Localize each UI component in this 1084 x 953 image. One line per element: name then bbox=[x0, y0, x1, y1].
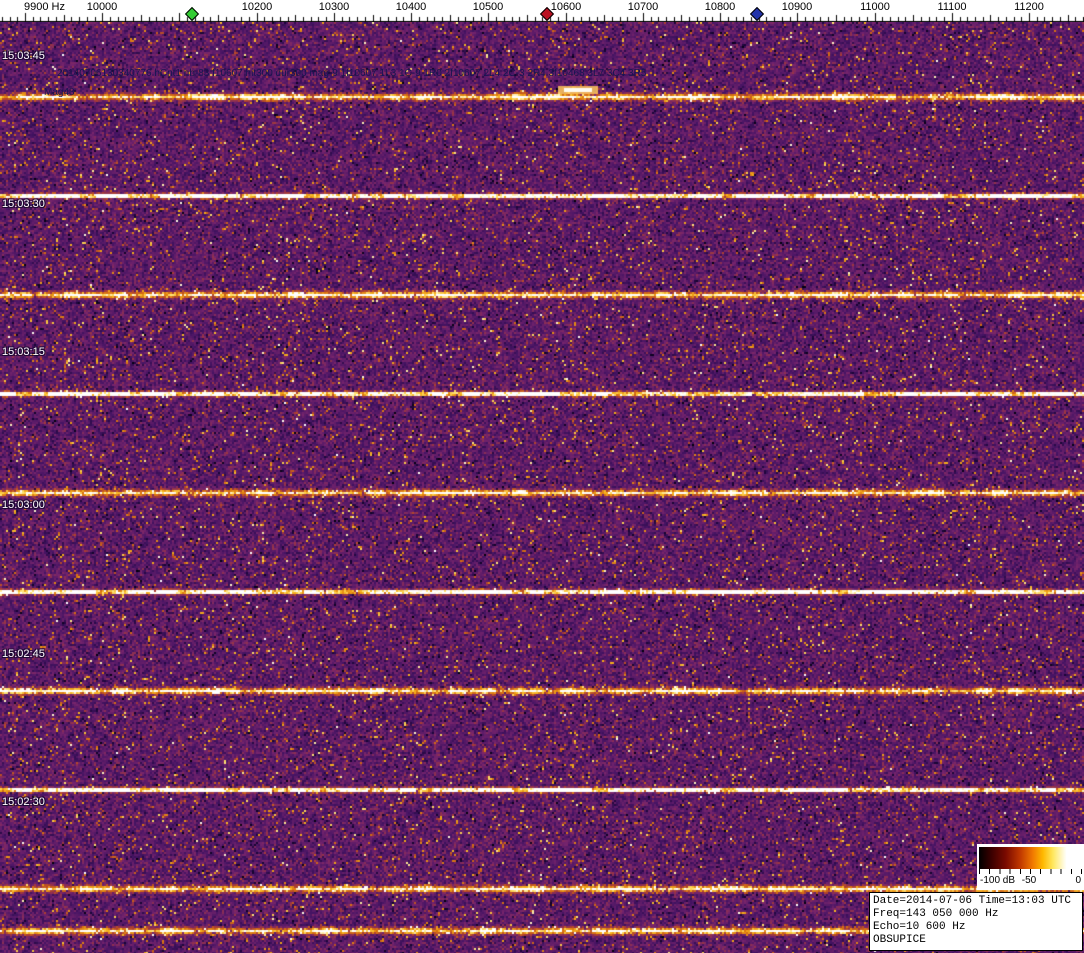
frequency-ruler: 9900 Hz 10000 10200 10300 10400 10500 10600 107… bbox=[0, 0, 1084, 22]
detection-annotation: 20140706130340776 hCnt1 nb-83 f10607 hit… bbox=[57, 68, 646, 79]
freq-label-11100: 11100 bbox=[938, 1, 967, 13]
time-label-5: 15:02:30 bbox=[2, 796, 45, 808]
time-label-0: 15:03:45 bbox=[2, 50, 45, 62]
freq-label-10000: 10000 bbox=[87, 1, 118, 13]
colorbar-label-max: 0 bbox=[1075, 875, 1081, 886]
info-frequency: Freq=143 050 000 Hz bbox=[873, 908, 1079, 921]
colorbar-label-min: -100 dB bbox=[980, 875, 1015, 886]
intensity-colorbar: -100 dB -50 0 bbox=[977, 844, 1084, 890]
freq-label-10400: 10400 bbox=[396, 1, 427, 13]
observation-info-box: Date=2014-07-06 Time=13:03 UTC Freq=143 … bbox=[869, 892, 1083, 951]
freq-label-10500: 10500 bbox=[473, 1, 504, 13]
spectrogram-app: 9900 Hz 10000 10200 10300 10400 10500 10600 107… bbox=[0, 0, 1084, 953]
colorbar-gradient bbox=[979, 847, 1082, 869]
time-label-1: 15:03:30 bbox=[2, 198, 45, 210]
time-label-3: 15:03:00 bbox=[2, 499, 45, 511]
info-date-time: Date=2014-07-06 Time=13:03 UTC bbox=[873, 895, 1079, 908]
detection-annotation-mag: Mag48 bbox=[44, 87, 75, 98]
colorbar-label-mid: -50 bbox=[1022, 875, 1036, 886]
info-observer: OBSUPICE bbox=[873, 934, 1079, 947]
colorbar-labels: -100 dB -50 0 bbox=[977, 875, 1084, 889]
freq-label-10900: 10900 bbox=[782, 1, 813, 13]
info-echo: Echo=10 600 Hz bbox=[873, 921, 1079, 934]
freq-label-9900: 9900 Hz bbox=[24, 1, 65, 13]
freq-label-10800: 10800 bbox=[705, 1, 736, 13]
time-label-2: 15:03:15 bbox=[2, 346, 45, 358]
freq-label-10700: 10700 bbox=[628, 1, 659, 13]
freq-label-11200: 11200 bbox=[1014, 1, 1044, 13]
spectrogram-waterfall[interactable] bbox=[0, 22, 1084, 953]
freq-label-10600: 10600 bbox=[551, 1, 582, 13]
freq-label-10200: 10200 bbox=[242, 1, 273, 13]
colorbar-ticks bbox=[979, 869, 1082, 874]
time-label-4: 15:02:45 bbox=[2, 648, 45, 660]
freq-label-10300: 10300 bbox=[319, 1, 350, 13]
freq-label-11000: 11000 bbox=[860, 1, 890, 13]
